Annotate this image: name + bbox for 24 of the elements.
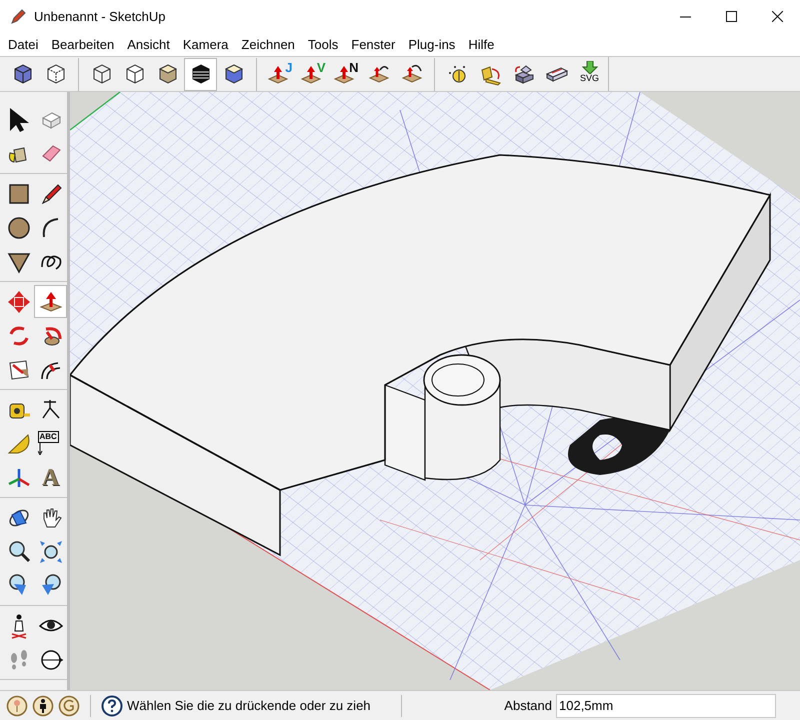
person-icon: [32, 694, 54, 716]
menu-item[interactable]: Ansicht: [121, 34, 176, 54]
menu-item[interactable]: Datei: [2, 34, 44, 54]
circle-letter-icon: [58, 694, 80, 716]
measure-input[interactable]: 102,5mm: [556, 694, 776, 718]
move-arrows-icon: [6, 288, 32, 314]
menu-item[interactable]: Zeichnen: [235, 34, 301, 54]
magnifier-arrows-icon: [38, 538, 64, 564]
measure-label: Abstand: [504, 696, 552, 715]
close-icon: [772, 11, 782, 22]
tool-button[interactable]: [184, 58, 217, 90]
menu-item[interactable]: Plug-ins: [402, 34, 462, 54]
circle-icon: [6, 214, 32, 240]
status-message: Wählen Sie die zu drückende oder zu zieh: [127, 696, 372, 715]
menu-item[interactable]: Fenster: [345, 34, 402, 54]
window-title: Unbenannt - SketchUp: [34, 8, 166, 26]
maximize-icon: [726, 11, 736, 22]
menu-item[interactable]: Bearbeiten: [45, 34, 120, 54]
menu-item[interactable]: Hilfe: [462, 34, 500, 54]
geo-pin-icon: [6, 694, 28, 716]
app-pencil-icon: [10, 8, 26, 24]
help-icon: [101, 694, 123, 716]
menu-item[interactable]: Kamera: [176, 34, 234, 54]
menu-item[interactable]: Tools: [302, 34, 344, 54]
